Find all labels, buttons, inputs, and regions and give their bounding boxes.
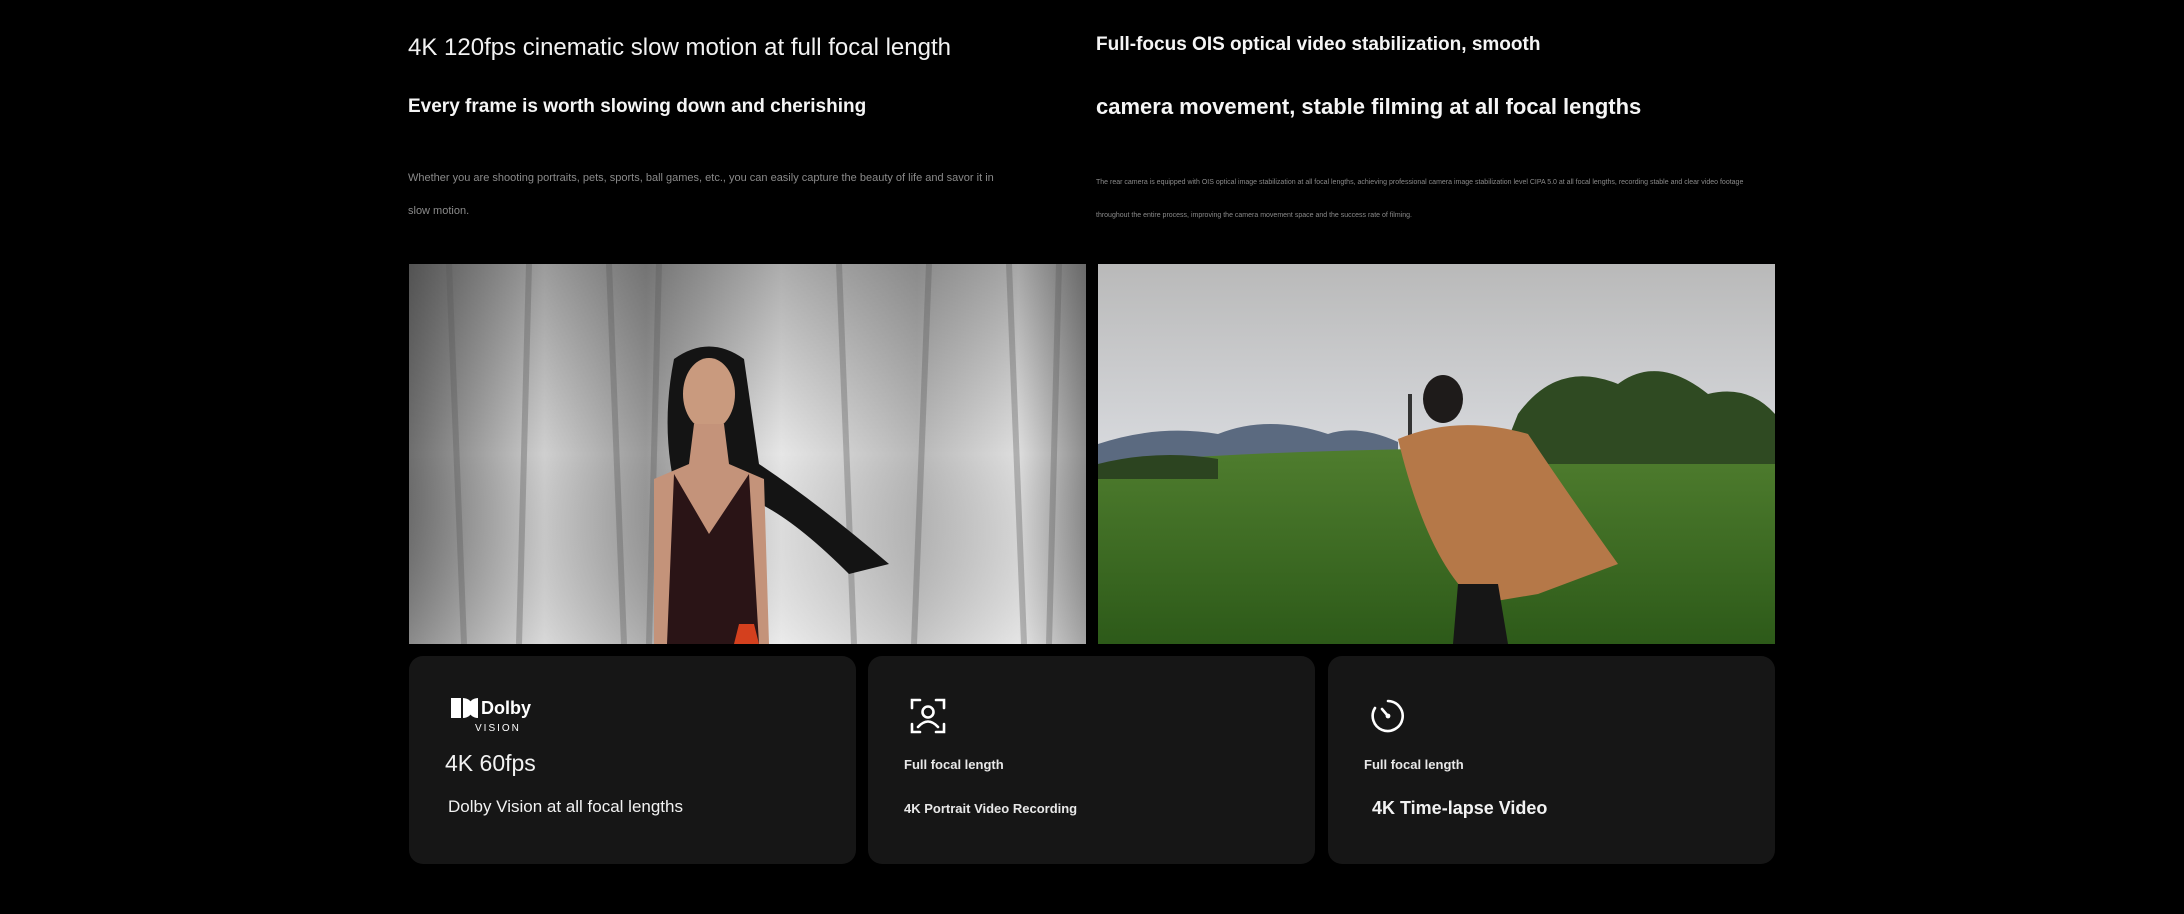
dolby-resolution-text: 4K 60fps	[445, 750, 536, 776]
portrait-focal-label: Full focal length	[904, 757, 1004, 772]
waterfall-portrait-photo	[409, 264, 1086, 644]
portrait-focus-icon	[910, 698, 946, 734]
portrait-video-card: Full focal length 4K Portrait Video Reco…	[868, 656, 1315, 864]
dolby-caption: Dolby Vision at all focal lengths	[448, 797, 683, 816]
stabilization-subtitle: camera movement, stable filming at all f…	[1096, 94, 1642, 119]
slow-motion-subtitle: Every frame is worth slowing down and ch…	[408, 96, 867, 117]
svg-text:VISION: VISION	[475, 723, 521, 734]
grass-field-motion-photo	[1098, 264, 1775, 644]
timelapse-card: Full focal length 4K Time-lapse Video	[1328, 656, 1775, 864]
dolby-vision-card: Dolby VISION 4K 60fps Dolby Vision at al…	[409, 656, 856, 864]
timelapse-caption: 4K Time-lapse Video	[1372, 798, 1548, 818]
dolby-vision-logo: Dolby VISION	[451, 698, 531, 734]
timelapse-focal-label: Full focal length	[1364, 757, 1464, 772]
portrait-caption: 4K Portrait Video Recording	[904, 801, 1078, 816]
slow-motion-title: 4K 120fps cinematic slow motion at full …	[408, 34, 951, 61]
timer-icon	[1371, 699, 1404, 733]
stabilization-description: The rear camera is equipped with OIS opt…	[1096, 179, 1744, 219]
slow-motion-description: Whether you are shooting portraits, pets…	[408, 172, 994, 217]
stabilization-title: Full-focus OIS optical video stabilizati…	[1096, 34, 1541, 55]
svg-text:Dolby: Dolby	[481, 698, 531, 718]
